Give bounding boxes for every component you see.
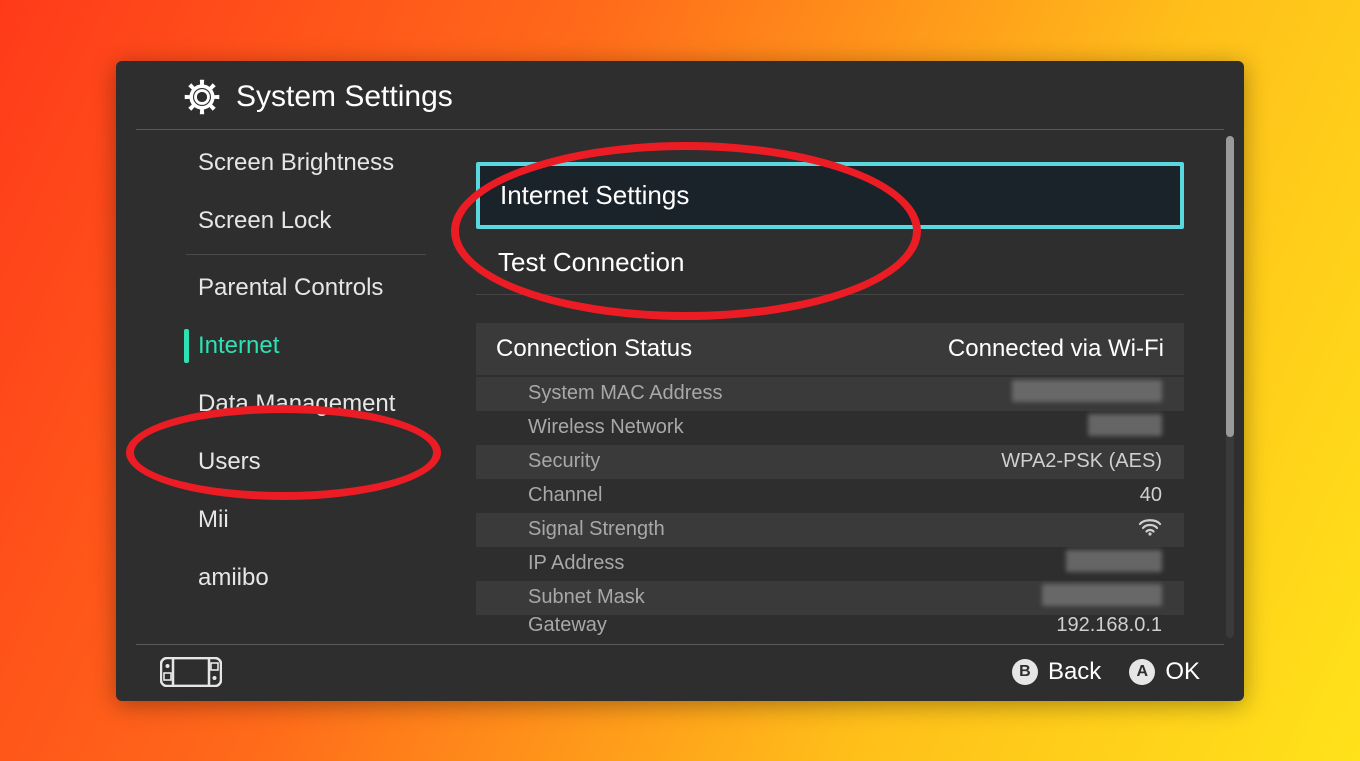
main-area: Screen Brightness Screen Lock Parental C… xyxy=(116,130,1244,644)
sidebar-divider xyxy=(186,254,426,255)
row-ip-address: IP Address xyxy=(476,547,1184,581)
a-button-icon: A xyxy=(1129,659,1155,685)
row-system-mac: System MAC Address xyxy=(476,377,1184,411)
connection-details-table: System MAC Address Wireless Network Secu… xyxy=(476,377,1184,637)
sidebar-item-mii[interactable]: Mii xyxy=(116,491,456,549)
header: System Settings xyxy=(136,61,1224,130)
sidebar-item-users[interactable]: Users xyxy=(116,433,456,491)
hint-back[interactable]: B Back xyxy=(1012,658,1101,686)
menu-internet-settings[interactable]: Internet Settings xyxy=(476,162,1184,229)
row-gateway: Gateway 192.168.0.1 xyxy=(476,615,1184,637)
row-subnet-mask: Subnet Mask xyxy=(476,581,1184,615)
sidebar-item-parental-controls[interactable]: Parental Controls xyxy=(116,259,456,317)
scrollbar[interactable] xyxy=(1226,136,1234,638)
row-channel: Channel 40 xyxy=(476,479,1184,513)
wifi-icon xyxy=(1138,518,1162,542)
connection-status-header: Connection Status Connected via Wi-Fi xyxy=(476,323,1184,375)
redacted-value xyxy=(1066,550,1162,572)
sidebar-item-data-management[interactable]: Data Management xyxy=(116,375,456,433)
row-wireless-network: Wireless Network xyxy=(476,411,1184,445)
redacted-value xyxy=(1088,414,1162,436)
row-security: Security WPA2-PSK (AES) xyxy=(476,445,1184,479)
redacted-value xyxy=(1042,584,1162,606)
hint-ok[interactable]: A OK xyxy=(1129,658,1200,686)
b-button-icon: B xyxy=(1012,659,1038,685)
menu-test-connection[interactable]: Test Connection xyxy=(476,231,1184,295)
connection-status-value: Connected via Wi-Fi xyxy=(948,335,1164,363)
page-title: System Settings xyxy=(236,80,453,114)
sidebar-item-screen-lock[interactable]: Screen Lock xyxy=(116,192,456,250)
scrollbar-thumb[interactable] xyxy=(1226,136,1234,437)
footer: B Back A OK xyxy=(136,644,1224,701)
settings-window: System Settings Screen Brightness Screen… xyxy=(116,61,1244,701)
controller-icon xyxy=(160,657,222,687)
sidebar-item-amiibo[interactable]: amiibo xyxy=(116,549,456,607)
content-pane: Internet Settings Test Connection Connec… xyxy=(456,130,1244,644)
sidebar-item-internet[interactable]: Internet xyxy=(116,317,456,375)
redacted-value xyxy=(1012,380,1162,402)
connection-status-label: Connection Status xyxy=(496,335,692,363)
row-signal-strength: Signal Strength xyxy=(476,513,1184,547)
sidebar-item-screen-brightness[interactable]: Screen Brightness xyxy=(116,134,456,192)
gear-icon xyxy=(184,79,220,115)
sidebar: Screen Brightness Screen Lock Parental C… xyxy=(116,130,456,644)
